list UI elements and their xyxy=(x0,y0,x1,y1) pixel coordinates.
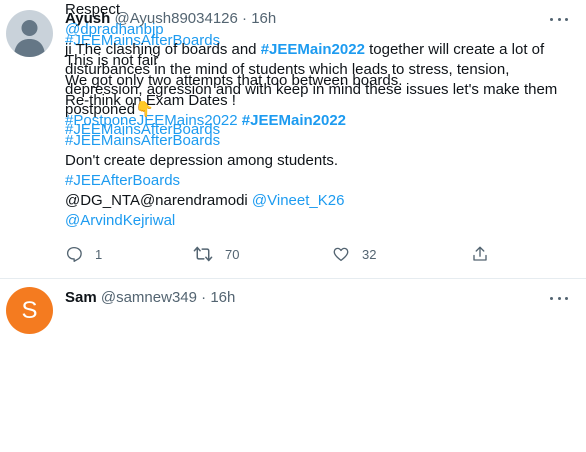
text-line: @ArvindKejriwal xyxy=(65,211,578,231)
mention-link[interactable]: @dpradhanbjp xyxy=(65,21,164,38)
hashtag-link[interactable]: #JEEAfterBoards xyxy=(65,172,180,189)
avatar-letter: S xyxy=(21,296,38,324)
text-line: @DG_NTA@narendramodi @Vineet_K26 xyxy=(65,191,578,211)
mention-link[interactable]: @Vineet_K26 xyxy=(252,192,345,209)
tweet-sam[interactable]: S Sam @samnew349 · 16h xyxy=(0,279,586,452)
reply-icon xyxy=(66,246,82,262)
avatar[interactable]: S xyxy=(6,287,53,334)
text-line: ji The clashing of boards and #JEEMain20… xyxy=(65,40,578,60)
separator: · xyxy=(201,289,207,306)
text-line: Respect xyxy=(65,0,578,20)
mention-link[interactable]: @ArvindKejriwal xyxy=(65,212,175,229)
like-button[interactable]: 32 xyxy=(332,243,376,265)
text-line: postponed👇 xyxy=(65,100,578,120)
reply-count: 1 xyxy=(95,246,103,262)
retweet-button[interactable]: 70 xyxy=(193,243,239,265)
body-text-segment: ji The clashing of boards and xyxy=(65,41,261,58)
reply-button[interactable]: 1 xyxy=(65,243,102,265)
text-line: disturbances in the mind of students whi… xyxy=(65,60,578,80)
text-line: Don't create depression among students. xyxy=(65,151,578,171)
like-icon xyxy=(333,247,349,262)
author-handle[interactable]: @samnew349 xyxy=(101,289,197,306)
body-text-segment: Respect xyxy=(65,1,121,18)
like-count: 32 xyxy=(362,246,377,262)
retweet-icon xyxy=(193,246,213,262)
share-button[interactable] xyxy=(471,243,489,265)
body-text-segment: depression, agression and with keep in m… xyxy=(65,81,558,98)
author-name[interactable]: Sam xyxy=(65,289,97,306)
body-text-segment: Don't create depression among students. xyxy=(65,152,339,169)
tweet-header: Sam @samnew349 · 16h xyxy=(65,289,546,307)
more-icon[interactable] xyxy=(550,295,568,301)
body-text-segment: together will create a lot of xyxy=(364,41,545,58)
body-text-segment: disturbances in the mind of students whi… xyxy=(65,61,510,78)
body-text-segment: postponed xyxy=(65,101,136,118)
text-line: depression, agression and with keep in m… xyxy=(65,80,578,100)
default-avatar-icon xyxy=(14,20,45,57)
tweet-actions: 1 70 32 xyxy=(65,243,505,265)
hashtag-link[interactable]: #JEEMain2022 xyxy=(261,41,365,58)
share-icon xyxy=(473,246,487,261)
text-line: #JEEAfterBoards xyxy=(65,171,578,191)
pointing-down-emoji-icon: 👇 xyxy=(135,101,154,118)
retweet-count: 70 xyxy=(225,246,240,262)
tweet-text: Respect @dpradhanbjp ji The clashing of b… xyxy=(65,0,578,140)
text-line: #JEEMainsAfterBoards xyxy=(65,120,578,140)
hashtag-link[interactable]: #JEEMainsAfterBoards xyxy=(65,121,220,138)
body-text-segment: @DG_NTA@narendramodi xyxy=(65,192,252,209)
avatar[interactable] xyxy=(6,10,53,57)
timestamp[interactable]: 16h xyxy=(210,289,235,306)
text-line: @dpradhanbjp xyxy=(65,20,578,40)
